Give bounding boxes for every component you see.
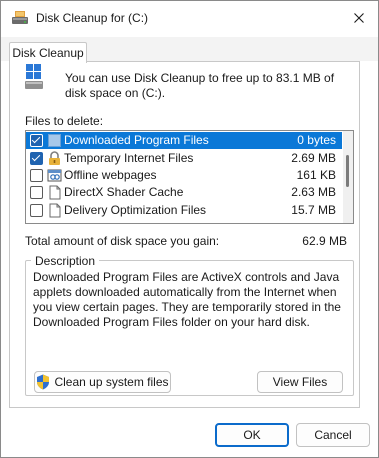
clean-up-system-files-label: Clean up system files — [54, 375, 169, 389]
file-name: Downloaded Program Files — [64, 133, 209, 147]
shield-icon — [37, 374, 50, 390]
file-size: 0 bytes — [297, 133, 336, 147]
drive-icon — [25, 64, 43, 89]
files-to-delete-label: Files to delete: — [25, 114, 104, 128]
description-text: Downloaded Program Files are ActiveX con… — [33, 270, 341, 329]
file-size: 2.69 MB — [291, 151, 336, 165]
checkbox[interactable] — [30, 169, 43, 182]
file-icon — [49, 203, 61, 218]
lock-icon — [49, 151, 60, 165]
tab-disk-cleanup[interactable]: Disk Cleanup — [9, 42, 87, 63]
description-title: Description — [31, 254, 100, 268]
list-item[interactable]: Delivery Optimization Files 15.7 MB — [26, 202, 342, 219]
title-bar: Disk Cleanup for (C:) — [1, 1, 378, 37]
disk-cleanup-icon — [12, 11, 28, 24]
close-icon — [354, 13, 364, 23]
window-title: Disk Cleanup for (C:) — [36, 11, 149, 25]
file-name: Temporary Internet Files — [64, 151, 194, 165]
intro-text: You can use Disk Cleanup to free up to 8… — [65, 71, 335, 100]
clean-up-system-files-button[interactable]: Clean up system files — [34, 371, 171, 393]
file-icon — [49, 185, 61, 200]
file-size: 161 KB — [296, 168, 336, 182]
total-value: 62.9 MB — [302, 234, 347, 248]
files-list[interactable]: Downloaded Program Files 0 bytes Tempora… — [25, 130, 354, 224]
checkbox[interactable] — [30, 152, 43, 165]
file-size: 2.63 MB — [291, 185, 336, 199]
checkbox[interactable] — [30, 186, 43, 199]
list-item[interactable]: DirectX Shader Cache 2.63 MB — [26, 184, 342, 201]
total-label: Total amount of disk space you gain: — [25, 234, 220, 248]
file-name: DirectX Shader Cache — [64, 185, 184, 199]
checkbox[interactable] — [30, 134, 43, 147]
folder-icon — [48, 134, 61, 147]
file-name: Delivery Optimization Files — [64, 203, 207, 217]
list-item[interactable]: Offline webpages 161 KB — [26, 167, 342, 184]
list-item[interactable]: Downloaded Program Files 0 bytes — [26, 132, 342, 149]
list-scrollbar[interactable] — [343, 131, 353, 223]
offline-pages-icon — [47, 169, 62, 182]
file-name: Offline webpages — [64, 168, 157, 182]
view-files-button[interactable]: View Files — [257, 371, 343, 393]
checkbox[interactable] — [30, 204, 43, 217]
file-size: 15.7 MB — [291, 203, 336, 217]
ok-button[interactable]: OK — [215, 423, 289, 447]
close-button[interactable] — [346, 5, 372, 31]
scrollbar-thumb[interactable] — [346, 155, 349, 187]
cancel-button[interactable]: Cancel — [296, 423, 370, 447]
list-item[interactable]: Temporary Internet Files 2.69 MB — [26, 150, 342, 167]
